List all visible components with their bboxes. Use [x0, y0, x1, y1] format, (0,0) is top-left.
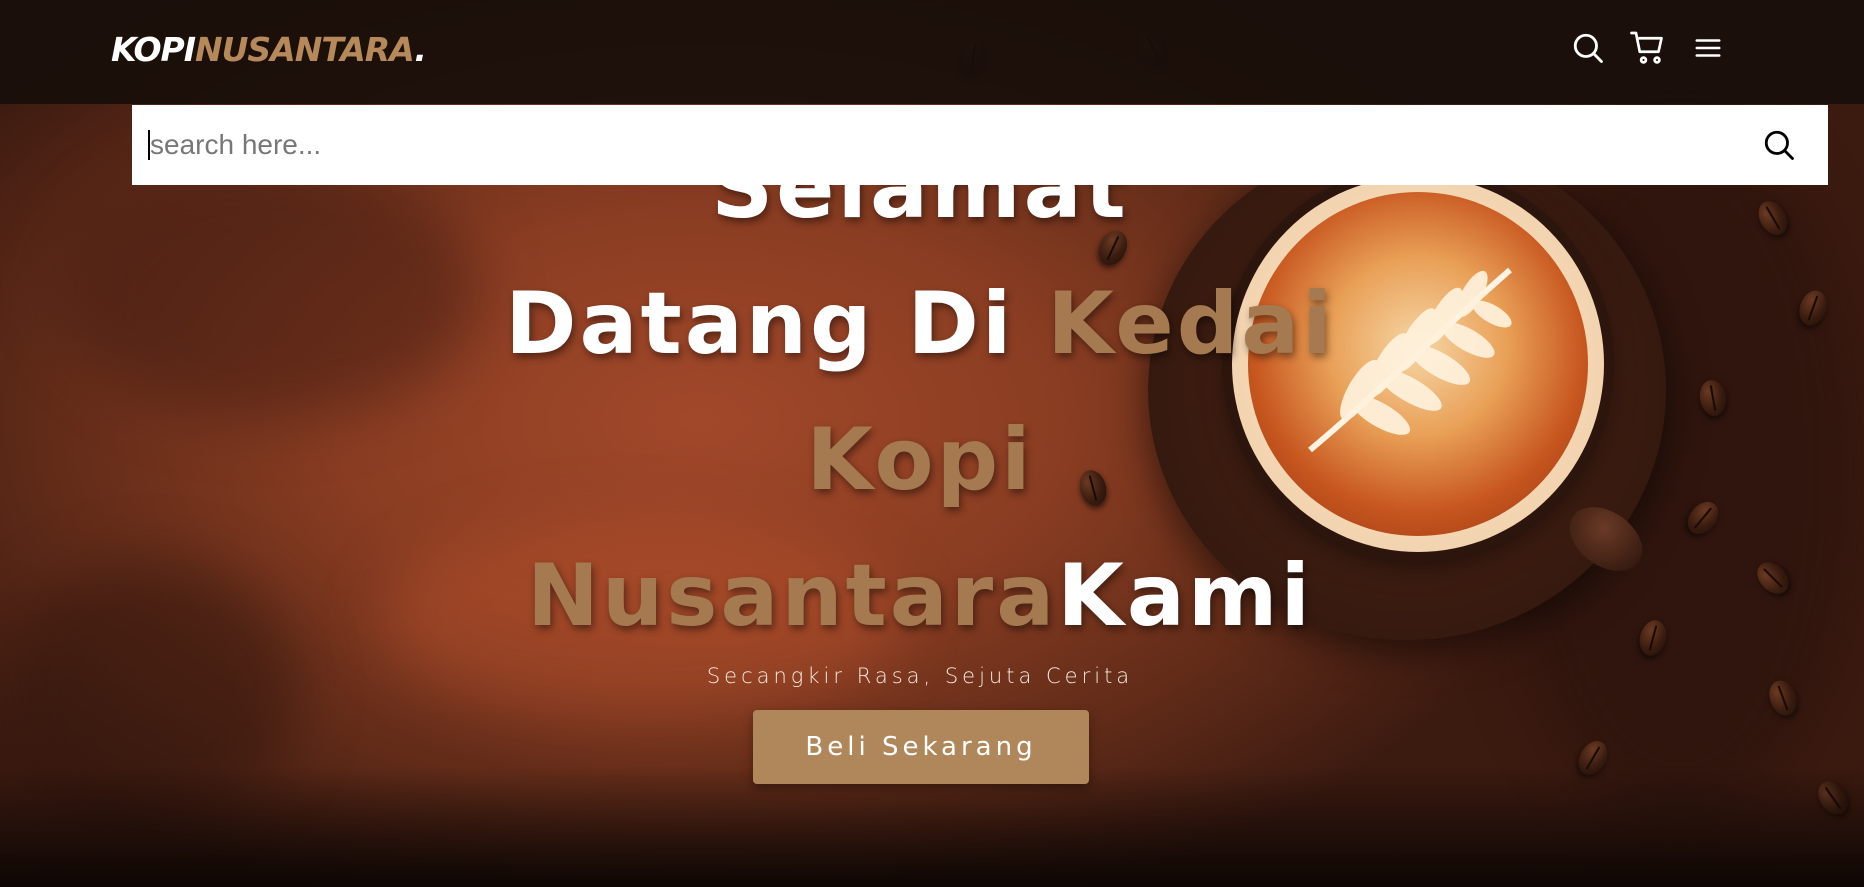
headline-line-2-brown: Kedai [1047, 274, 1335, 374]
text-caret [148, 130, 150, 160]
menu-icon[interactable] [1688, 28, 1728, 68]
headline-line-2-white: Datang Di [505, 274, 1048, 374]
search-form [132, 105, 1828, 185]
logo-main: KOPI [111, 30, 196, 69]
hero-tagline: Secangkir Rasa, Sejuta Cerita [706, 664, 1134, 688]
brand-logo[interactable]: KOPINUSANTARA. [111, 30, 427, 69]
logo-dot: . [414, 30, 427, 69]
headline-line-4-white: Kami [1057, 546, 1313, 646]
headline-line-3-brown: Kopi [806, 410, 1034, 510]
buy-now-button[interactable]: Beli Sekarang [753, 710, 1089, 784]
hero-headline: Selamat Datang Di Kedai Kopi NusantaraKa… [400, 120, 1440, 664]
hero-content: Selamat Datang Di Kedai Kopi NusantaraKa… [400, 120, 1440, 784]
navbar: KOPINUSANTARA. [0, 0, 1864, 104]
search-input[interactable] [132, 105, 1754, 185]
hero-section: Selamat Datang Di Kedai Kopi NusantaraKa… [0, 0, 1864, 887]
headline-line-4-brown: Nusantara [527, 546, 1058, 646]
nav-icons [1568, 28, 1728, 68]
bottom-fade [0, 767, 1864, 887]
search-submit-icon[interactable] [1754, 120, 1804, 170]
cart-icon[interactable] [1628, 28, 1668, 68]
logo-accent: NUSANTARA [194, 30, 415, 69]
search-icon[interactable] [1568, 28, 1608, 68]
